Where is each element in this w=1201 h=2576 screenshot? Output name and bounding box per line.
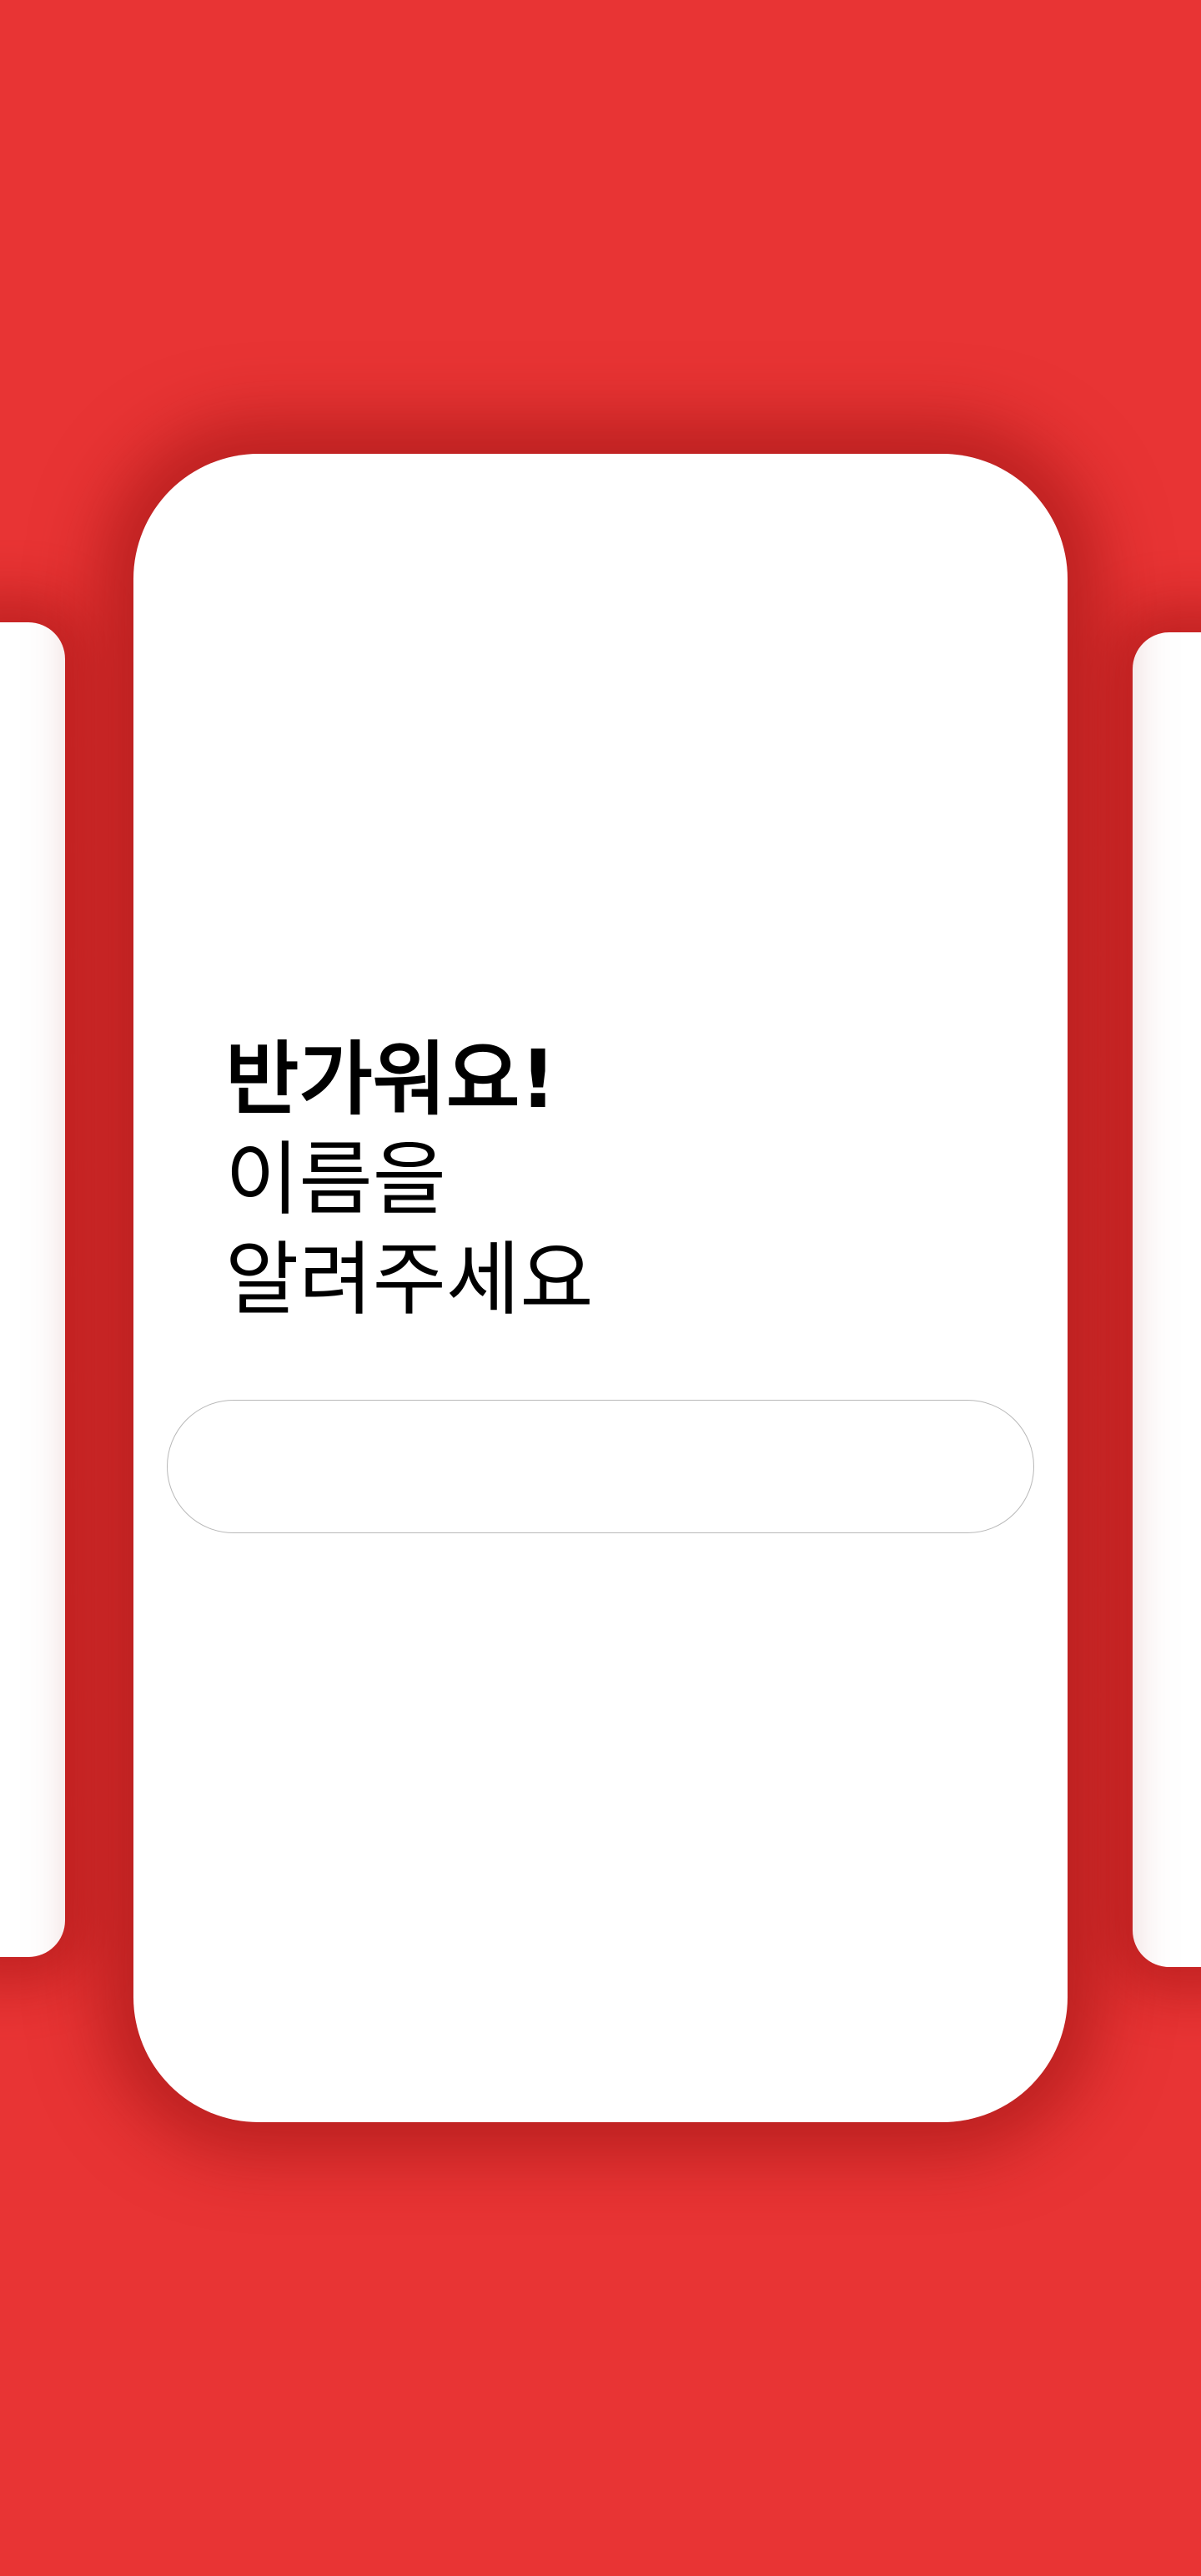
greeting-heading: 반가워요! 이름을 알려주세요: [225, 1029, 594, 1330]
greeting-line-welcome: 반가워요!: [225, 1033, 557, 1126]
name-entry-card: 반가워요! 이름을 알려주세요: [133, 454, 1068, 2122]
previous-card-peek[interactable]: [0, 622, 65, 1957]
greeting-line-name: 이름을: [225, 1133, 446, 1226]
onboarding-screen: 반가워요! 이름을 알려주세요: [0, 0, 1201, 2576]
greeting-line-tell-me: 알려주세요: [225, 1233, 594, 1326]
next-card-peek[interactable]: [1133, 632, 1201, 1967]
name-input[interactable]: [167, 1400, 1034, 1533]
